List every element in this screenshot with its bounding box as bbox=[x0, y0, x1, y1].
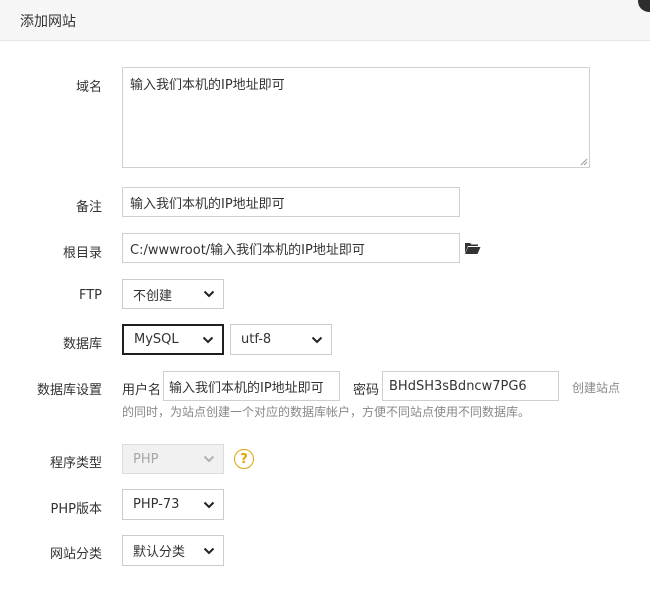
php-version-select[interactable]: PHP-73 bbox=[122, 489, 224, 520]
db-password-value: BHdSH3sBdncw7PG6 bbox=[389, 378, 527, 394]
dialog-title: 添加网站 bbox=[20, 14, 76, 30]
help-circle-icon[interactable]: ? bbox=[234, 449, 254, 469]
db-hint-line2: 的同时，为站点创建一个对应的数据库帐户，方便不同站点使用不同数据库。 bbox=[122, 405, 531, 419]
db-username-input[interactable]: 输入我们本机的IP地址即可 bbox=[163, 371, 340, 401]
database-type-value: MySQL bbox=[134, 332, 179, 347]
chevron-down-icon bbox=[202, 336, 214, 343]
resize-grip-icon[interactable] bbox=[578, 156, 588, 166]
chevron-down-icon bbox=[203, 547, 215, 554]
database-type-select[interactable]: MySQL bbox=[122, 324, 224, 355]
root-dir-input[interactable]: C:/wwwroot/输入我们本机的IP地址即可 bbox=[122, 233, 460, 263]
site-category-label: 网站分类 bbox=[49, 547, 102, 562]
db-password-label: 密码 bbox=[353, 383, 380, 398]
ftp-value: 不创建 bbox=[133, 288, 173, 304]
chevron-down-icon bbox=[203, 501, 215, 508]
program-type-select: PHP bbox=[122, 444, 224, 474]
ftp-select[interactable]: 不创建 bbox=[122, 279, 224, 309]
db-username-label: 用户名 bbox=[122, 383, 162, 398]
db-password-input[interactable]: BHdSH3sBdncw7PG6 bbox=[382, 371, 559, 401]
domain-textarea[interactable]: 输入我们本机的IP地址即可 bbox=[122, 67, 590, 168]
ftp-label: FTP bbox=[78, 288, 102, 303]
database-charset-select[interactable]: utf-8 bbox=[230, 324, 332, 355]
program-type-label: 程序类型 bbox=[49, 456, 102, 471]
db-username-value: 输入我们本机的IP地址即可 bbox=[169, 380, 324, 396]
php-version-label: PHP版本 bbox=[50, 502, 102, 517]
program-type-value: PHP bbox=[133, 451, 159, 467]
remark-input[interactable]: 输入我们本机的IP地址即可 bbox=[122, 187, 460, 217]
root-dir-label: 根目录 bbox=[62, 246, 102, 261]
chevron-down-icon bbox=[203, 290, 215, 298]
dialog-header: 添加网站 bbox=[0, 0, 650, 41]
chevron-down-icon bbox=[203, 455, 215, 463]
site-category-value: 默认分类 bbox=[133, 545, 186, 560]
db-hint-line1: 创建站点 bbox=[572, 381, 621, 395]
db-settings-label: 数据库设置 bbox=[36, 383, 102, 398]
chevron-down-icon bbox=[311, 336, 323, 343]
remark-label: 备注 bbox=[75, 200, 102, 215]
site-category-select[interactable]: 默认分类 bbox=[122, 535, 224, 566]
domain-value: 输入我们本机的IP地址即可 bbox=[130, 78, 285, 93]
root-dir-value: C:/wwwroot/输入我们本机的IP地址即可 bbox=[130, 242, 365, 258]
folder-open-icon[interactable] bbox=[464, 241, 481, 255]
domain-label: 域名 bbox=[75, 80, 102, 95]
close-icon[interactable] bbox=[638, 0, 650, 12]
database-charset-value: utf-8 bbox=[241, 332, 272, 347]
database-label: 数据库 bbox=[62, 337, 102, 352]
php-version-value: PHP-73 bbox=[133, 497, 180, 512]
remark-value: 输入我们本机的IP地址即可 bbox=[130, 196, 285, 212]
